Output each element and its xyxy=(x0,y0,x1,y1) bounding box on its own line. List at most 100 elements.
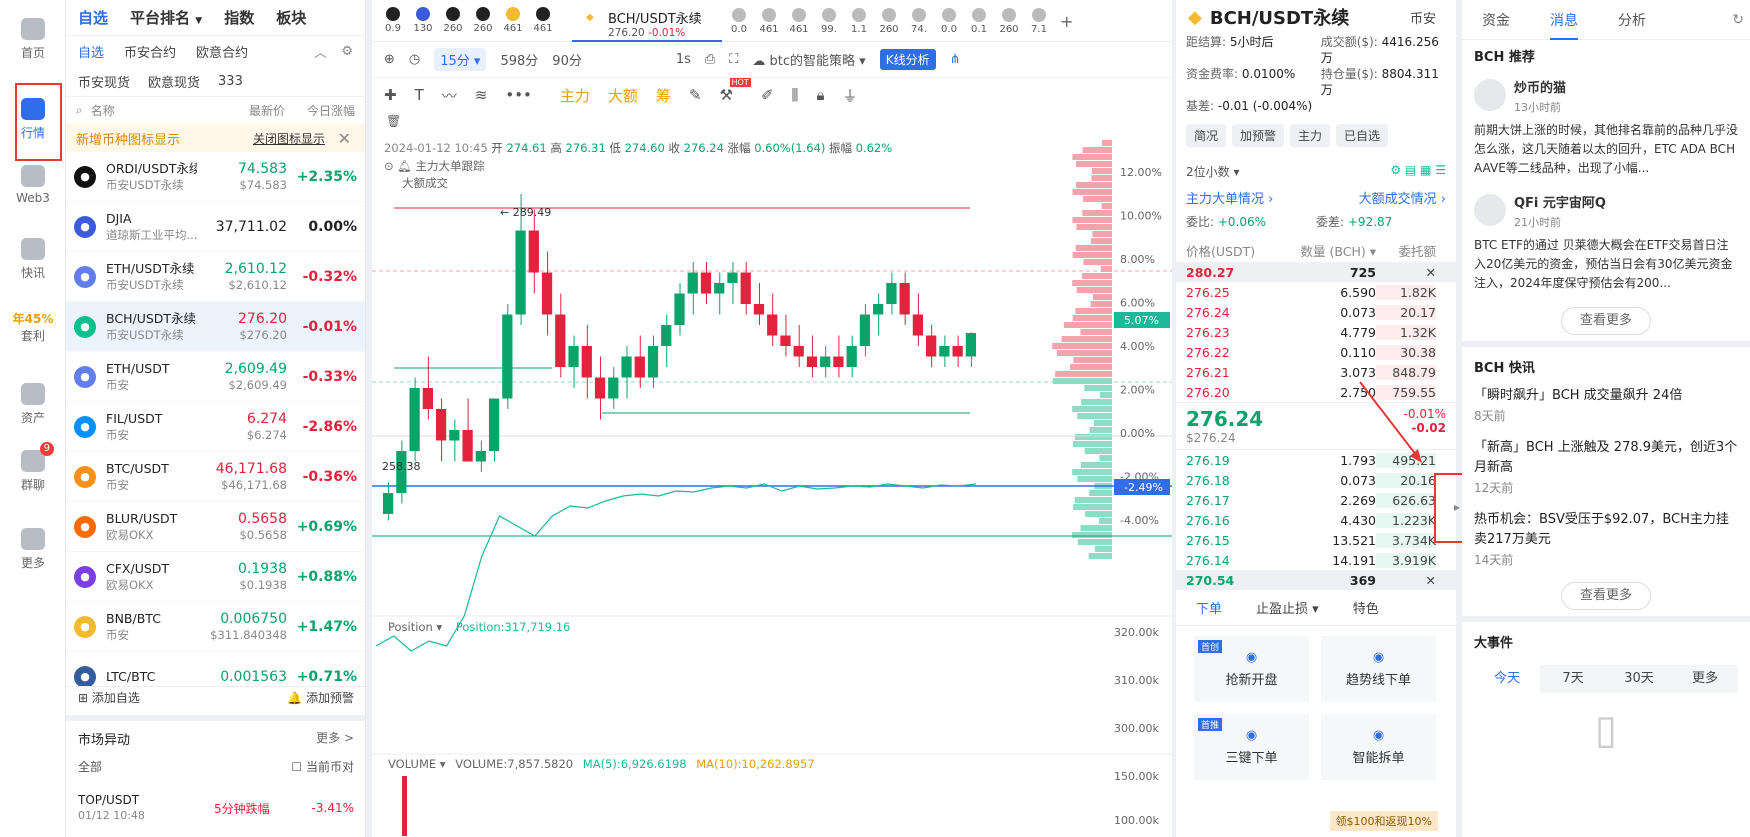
candle-body[interactable] xyxy=(515,230,526,315)
nav-item-3[interactable]: 快讯 xyxy=(0,238,66,281)
candle-body[interactable] xyxy=(409,388,420,451)
subtab-binance-futures[interactable]: 币安合约 xyxy=(124,42,176,61)
candle-body[interactable] xyxy=(581,346,592,378)
subtab-binance-spot[interactable]: 币安现货 xyxy=(78,72,130,91)
candle-body[interactable] xyxy=(435,409,447,441)
symbol-tab[interactable]: 130 xyxy=(408,7,438,34)
market-mover-item[interactable]: TOP/USDT 01/12 10:48 5分钟跌幅 -3.41% xyxy=(78,793,354,823)
symbol-tab[interactable]: 7.1 xyxy=(1024,7,1054,35)
camera-icon[interactable]: ⎙ xyxy=(705,52,715,67)
tab-index[interactable]: 指数 xyxy=(224,7,254,28)
post-item[interactable]: 炒币的猫 13小时前 前期大饼上涨的时候，其他排名靠前的品种几乎没怎么涨，这几天随着… xyxy=(1462,71,1750,186)
nav-item-7[interactable]: 更多 xyxy=(0,528,66,571)
nav-item-4[interactable]: 年45% 套利 xyxy=(0,310,66,344)
watchlist-row[interactable]: ● BTC/USDT 币安 46,171.68 $46,171.68 -0.36% xyxy=(66,452,365,502)
candle-body[interactable] xyxy=(899,283,910,315)
candle-body[interactable] xyxy=(833,356,844,368)
refresh-icon[interactable]: ↻ xyxy=(1732,12,1744,28)
expand-panel-arrow-icon[interactable]: ▸ xyxy=(1454,500,1460,514)
event-tab[interactable]: 更多 xyxy=(1672,665,1738,693)
large-amount-toggle[interactable]: 大额 xyxy=(608,85,638,106)
pattern-tool-icon[interactable]: ≋ xyxy=(475,86,488,104)
candle-body[interactable] xyxy=(820,356,831,368)
post-item[interactable]: QFi 元宇宙阿Q 21小时前 BTC ETF的通过 贝莱德大概会在ETF交易首日注… xyxy=(1462,186,1750,301)
market-filter-select[interactable]: 全部 xyxy=(78,758,102,775)
tab-funds[interactable]: 资金 xyxy=(1482,10,1510,30)
ask-row[interactable]: 276.22 0.110 30.38 xyxy=(1176,342,1456,362)
symbol-action-button[interactable]: 加预警 xyxy=(1232,124,1285,147)
candle-body[interactable] xyxy=(661,325,672,346)
search-icon[interactable]: ⌕ xyxy=(76,103,83,118)
add-tab-icon[interactable]: + xyxy=(1060,12,1073,31)
candle-body[interactable] xyxy=(422,388,433,409)
candle-body[interactable] xyxy=(767,314,778,336)
candle-body[interactable] xyxy=(621,356,632,378)
news-item[interactable]: 「新高」BCH 上涨触及 278.9美元，创近3个月新高 12天前 xyxy=(1462,432,1750,504)
view-more-news-button[interactable]: 查看更多 xyxy=(1561,582,1651,610)
candle-body[interactable] xyxy=(727,272,738,284)
close-icon[interactable]: ✕ xyxy=(1376,265,1436,280)
candle-body[interactable] xyxy=(753,304,765,315)
ask-row[interactable]: 276.21 3.073 848.79 xyxy=(1176,362,1456,382)
add-indicator-icon[interactable]: ⊕ xyxy=(384,52,395,67)
current-pair-checkbox[interactable]: ☐ 当前币对 xyxy=(291,758,354,775)
candle-body[interactable] xyxy=(740,272,751,305)
ask-row[interactable]: 276.20 2.750 759.55 xyxy=(1176,382,1456,402)
tab-special[interactable]: 特色 xyxy=(1353,598,1379,617)
bid-row[interactable]: 276.17 2.269 626.63 xyxy=(1176,490,1456,510)
price-chart[interactable]: ← 289.49 258.38 12.00% 10.00% 8.00% 6.00% 4.00… xyxy=(372,136,1172,836)
watchlist-row[interactable]: ● ETH/USDT 币安 2,609.49 $2,609.49 -0.33% xyxy=(66,352,365,402)
add-alert-button[interactable]: 🔔 添加预警 xyxy=(287,689,354,706)
tab-platform-rank[interactable]: 平台排名 ▼ xyxy=(130,7,202,28)
active-symbol-tab[interactable]: ◆ BCH/USDT永续 276.20 -0.01% xyxy=(572,0,722,42)
candle-body[interactable] xyxy=(793,346,804,357)
candle-body[interactable] xyxy=(634,356,645,378)
tab-analysis[interactable]: 分析 xyxy=(1618,10,1646,30)
collapse-icon[interactable]: ︿ xyxy=(314,42,327,61)
candle-body[interactable] xyxy=(846,346,857,367)
candle-body[interactable] xyxy=(528,230,539,273)
view-more-posts-button[interactable]: 查看更多 xyxy=(1561,307,1651,335)
candle-body[interactable] xyxy=(912,314,924,336)
candle-body[interactable] xyxy=(886,283,897,304)
watchlist-row[interactable]: ● ORDI/USDT永续 币安USDT永续 74.583 $74.583 +2.35% xyxy=(66,152,365,202)
bid-row[interactable]: 276.16 4.430 1.223K xyxy=(1176,510,1456,530)
candle-body[interactable] xyxy=(926,335,937,357)
candle-type-icon[interactable]: ⫼ xyxy=(792,86,799,104)
tab-watchlist[interactable]: 自选 xyxy=(78,7,108,28)
text-tool-icon[interactable]: T xyxy=(415,86,424,104)
symbol-tab[interactable]: 461 xyxy=(784,7,814,35)
crosshair-icon[interactable]: ✚ xyxy=(384,86,397,104)
candle-body[interactable] xyxy=(502,314,513,399)
candle-body[interactable] xyxy=(594,377,606,399)
watchlist-row[interactable]: ● BCH/USDT永续 币安USDT永续 276.20 $276.20 -0.01% xyxy=(66,302,365,352)
exchange-link[interactable]: 币安 xyxy=(1410,8,1436,27)
tab-sector[interactable]: 板块 xyxy=(276,7,306,28)
ask-row[interactable]: 276.25 6.590 1.82K xyxy=(1176,282,1456,302)
symbol-tab[interactable]: 0.0 xyxy=(724,7,754,35)
candle-body[interactable] xyxy=(965,332,976,357)
hot-tool-icon[interactable]: ⚒ HOT xyxy=(720,78,751,104)
symbol-tab[interactable]: 260 xyxy=(468,7,498,34)
close-icon[interactable]: ✕ xyxy=(1376,573,1436,588)
symbol-tab[interactable]: 461 xyxy=(498,7,528,34)
candle-body[interactable] xyxy=(700,272,712,294)
candle-body[interactable] xyxy=(952,346,963,357)
close-icons-link[interactable]: 关闭图标显示 xyxy=(253,130,325,147)
symbol-tab[interactable]: 461 xyxy=(528,7,558,34)
watchlist-row[interactable]: ● CFX/USDT 欧易OKX 0.1938 $0.1938 +0.88% xyxy=(66,552,365,602)
candle-body[interactable] xyxy=(568,346,579,367)
col-name[interactable]: 名称 xyxy=(91,102,195,119)
candle-body[interactable] xyxy=(488,398,500,452)
market-more-link[interactable]: 更多 > xyxy=(316,729,354,748)
candle-body[interactable] xyxy=(462,430,473,462)
subtab-watchlist[interactable]: 自选 xyxy=(78,42,104,61)
nav-item-2[interactable]: Web3 xyxy=(0,165,66,205)
news-item[interactable]: 热币机会：BSV受压于$92.07，BCH主力挂卖217万美元 14天前 xyxy=(1462,504,1750,576)
symbol-action-button[interactable]: 已自选 xyxy=(1336,124,1389,147)
candle-body[interactable] xyxy=(449,430,460,441)
book-view-icons[interactable]: ⚙ ▤ ▦ ☰ xyxy=(1390,163,1446,180)
decimals-select[interactable]: 2位小数 ▾ xyxy=(1186,163,1239,180)
symbol-tab[interactable]: 99. xyxy=(814,7,844,35)
ask-row[interactable]: 276.23 4.779 1.32K xyxy=(1176,322,1456,342)
